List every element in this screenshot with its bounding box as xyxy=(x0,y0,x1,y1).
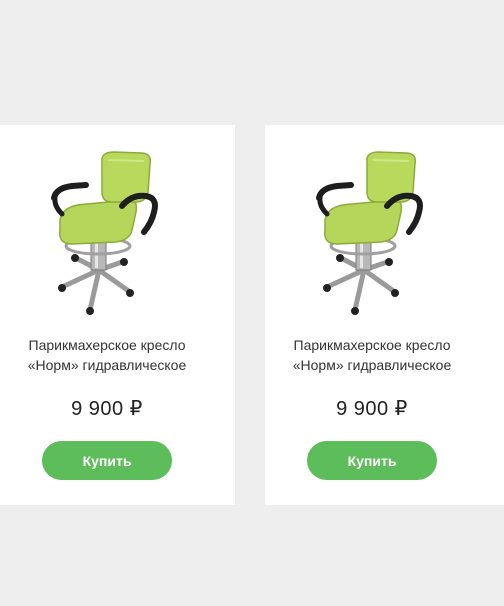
product-title[interactable]: Парикмахерское кресло «Норм» гидравличес… xyxy=(0,335,214,375)
product-title[interactable]: Парикмахерское кресло «Норм» гидравличес… xyxy=(265,335,479,375)
product-title-line: «Норм» гидравлическое xyxy=(292,357,452,373)
product-title-line: Парикмахерское кресло xyxy=(28,337,186,353)
product-card: Парикмахерское кресло «Норм» гидравличес… xyxy=(0,125,235,505)
buy-button[interactable]: Купить xyxy=(307,441,437,480)
product-title-line: «Норм» гидравлическое xyxy=(27,357,187,373)
product-title-line: Парикмахерское кресло xyxy=(293,337,451,353)
product-image[interactable] xyxy=(307,150,437,320)
product-price: 9 900 ₽ xyxy=(336,398,408,420)
product-image[interactable] xyxy=(42,150,172,320)
barber-chair-image xyxy=(316,151,423,315)
product-price: 9 900 ₽ xyxy=(71,398,143,420)
barber-chair-image xyxy=(51,151,158,315)
product-card: Парикмахерское кресло «Норм» гидравличес… xyxy=(265,125,504,505)
buy-button[interactable]: Купить xyxy=(42,441,172,480)
